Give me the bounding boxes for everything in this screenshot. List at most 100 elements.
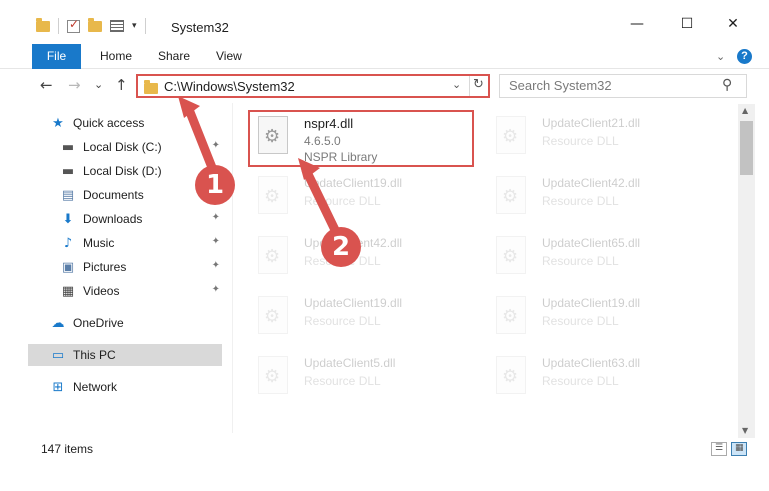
expand-ribbon-chevron-icon[interactable]: ⌄: [716, 50, 725, 63]
sidebar-item-label: Documents: [83, 188, 144, 202]
file-item-nspr4[interactable]: nspr4.dll 4.6.5.0 NSPR Library: [248, 110, 478, 166]
help-icon[interactable]: ?: [737, 49, 752, 64]
address-dropdown-chevron-icon[interactable]: ⌄: [452, 78, 461, 91]
file-description: Resource DLL: [542, 374, 619, 388]
pictures-icon: ▣: [61, 259, 75, 275]
maximize-button[interactable]: ☐: [676, 16, 698, 32]
customize-toolbar-chevron-icon[interactable]: ▾: [132, 21, 137, 31]
sidebar-item-videos[interactable]: ▦ Videos ✦: [60, 280, 222, 302]
file-description: Resource DLL: [542, 314, 619, 328]
pin-icon[interactable]: ✦: [212, 284, 220, 295]
refresh-icon[interactable]: ↻: [473, 77, 484, 92]
sidebar-item-label: Music: [83, 236, 115, 250]
search-icon[interactable]: ⚲: [722, 77, 732, 93]
large-icons-view-icon: ▦: [735, 443, 744, 453]
dll-file-icon: [258, 236, 288, 274]
details-view-button[interactable]: ☰: [711, 442, 727, 456]
status-bar: 147 items ☰ ▦: [0, 438, 769, 460]
ribbon-tabs: File Home Share View ⌄ ?: [0, 44, 769, 69]
scrollbar-thumb[interactable]: [740, 121, 753, 175]
scroll-up-icon[interactable]: ▲: [742, 106, 748, 115]
star-icon: ★: [52, 115, 64, 131]
sidebar-item-this-pc[interactable]: ▭ This PC: [28, 344, 222, 366]
file-item[interactable]: UpdateClient5.dll Resource DLL: [248, 350, 478, 406]
title-bar: ▾ System32 — ☐ ✕: [0, 0, 769, 44]
toolbar-separator: [144, 18, 146, 34]
file-name: UpdateClient63.dll: [542, 356, 641, 370]
sidebar-item-quick-access[interactable]: ★ Quick access: [50, 112, 222, 134]
file-version: 4.6.5.0: [304, 134, 341, 148]
folder-icon: [144, 80, 158, 94]
file-item[interactable]: UpdateClient21.dll Resource DLL: [486, 110, 716, 166]
file-name: UpdateClient5.dll: [304, 356, 396, 370]
music-icon: ♪: [63, 235, 73, 251]
back-button[interactable]: ←: [40, 76, 53, 94]
properties-icon[interactable]: [110, 20, 124, 32]
file-description: Resource DLL: [542, 134, 619, 148]
sidebar-item-onedrive[interactable]: ☁ OneDrive: [50, 312, 222, 334]
sidebar-item-label: Local Disk (D:): [83, 164, 162, 178]
dll-file-icon: [258, 176, 288, 214]
pane-divider[interactable]: [232, 103, 233, 433]
file-item[interactable]: UpdateClient42.dll Resource DLL: [248, 230, 478, 286]
file-name: nspr4.dll: [304, 116, 354, 131]
documents-icon: ▤: [61, 187, 75, 203]
sidebar-item-music[interactable]: ♪ Music ✦: [60, 232, 222, 254]
sidebar-item-downloads[interactable]: ⬇ Downloads ✦: [60, 208, 222, 230]
address-path[interactable]: C:\Windows\System32: [164, 79, 295, 94]
cloud-icon: ☁: [51, 315, 65, 331]
address-bar[interactable]: C:\Windows\System32 ⌄ ↻: [136, 74, 490, 98]
dll-file-icon: [258, 116, 288, 154]
dll-file-icon: [496, 356, 526, 394]
file-item[interactable]: UpdateClient19.dll Resource DLL: [248, 170, 478, 226]
item-count: 147 items: [41, 442, 94, 456]
file-name: UpdateClient19.dll: [304, 296, 403, 310]
large-icons-view-button[interactable]: ▦: [731, 442, 747, 456]
pin-icon[interactable]: ✦: [212, 260, 220, 271]
address-separator: [469, 76, 470, 96]
sidebar-item-network[interactable]: ⊞ Network: [50, 376, 222, 398]
scroll-down-icon[interactable]: ▼: [742, 426, 748, 435]
sidebar-item-pictures[interactable]: ▣ Pictures ✦: [60, 256, 222, 278]
up-button[interactable]: ↑: [115, 76, 128, 94]
pin-icon[interactable]: ✦: [212, 236, 220, 247]
file-item[interactable]: UpdateClient19.dll Resource DLL: [486, 290, 716, 346]
new-folder-icon[interactable]: [88, 17, 102, 32]
tab-share[interactable]: Share: [158, 44, 190, 69]
file-item[interactable]: UpdateClient65.dll Resource DLL: [486, 230, 716, 286]
tab-view[interactable]: View: [216, 44, 242, 69]
sidebar-item-local-disk-c[interactable]: ▬ Local Disk (C:) ✦: [60, 136, 222, 158]
toolbar-separator: [58, 18, 59, 34]
file-name: UpdateClient42.dll: [542, 176, 641, 190]
file-description: Resource DLL: [304, 374, 381, 388]
close-button[interactable]: ✕: [722, 16, 744, 32]
dll-file-icon: [496, 116, 526, 154]
file-item[interactable]: UpdateClient63.dll Resource DLL: [486, 350, 716, 406]
file-description: Resource DLL: [542, 194, 619, 208]
properties-check-icon[interactable]: [67, 17, 80, 33]
dll-file-icon: [496, 236, 526, 274]
minimize-button[interactable]: —: [626, 16, 648, 32]
forward-button[interactable]: →: [68, 76, 81, 94]
dll-file-icon: [258, 296, 288, 334]
sidebar-item-label: Local Disk (C:): [83, 140, 162, 154]
tab-file[interactable]: File: [32, 44, 81, 69]
file-item[interactable]: UpdateClient19.dll Resource DLL: [248, 290, 478, 346]
search-input[interactable]: [509, 78, 719, 93]
sidebar-item-label: Network: [73, 380, 118, 394]
pin-icon[interactable]: ✦: [212, 212, 220, 223]
file-description: Resource DLL: [304, 314, 381, 328]
drive-icon: ▬: [61, 163, 75, 179]
drive-icon: ▬: [61, 139, 75, 155]
file-item[interactable]: UpdateClient42.dll Resource DLL: [486, 170, 716, 226]
sidebar-item-label: Quick access: [73, 116, 145, 130]
sidebar-item-label: Videos: [83, 284, 120, 298]
tab-home[interactable]: Home: [100, 44, 132, 69]
vertical-scrollbar[interactable]: ▲ ▼: [738, 104, 755, 438]
search-box[interactable]: ⚲: [499, 74, 747, 98]
pin-icon[interactable]: ✦: [212, 140, 220, 151]
download-icon: ⬇: [62, 211, 74, 227]
recent-locations-chevron-icon[interactable]: ⌄: [94, 78, 103, 91]
file-description: Resource DLL: [304, 194, 381, 208]
dll-file-icon: [258, 356, 288, 394]
